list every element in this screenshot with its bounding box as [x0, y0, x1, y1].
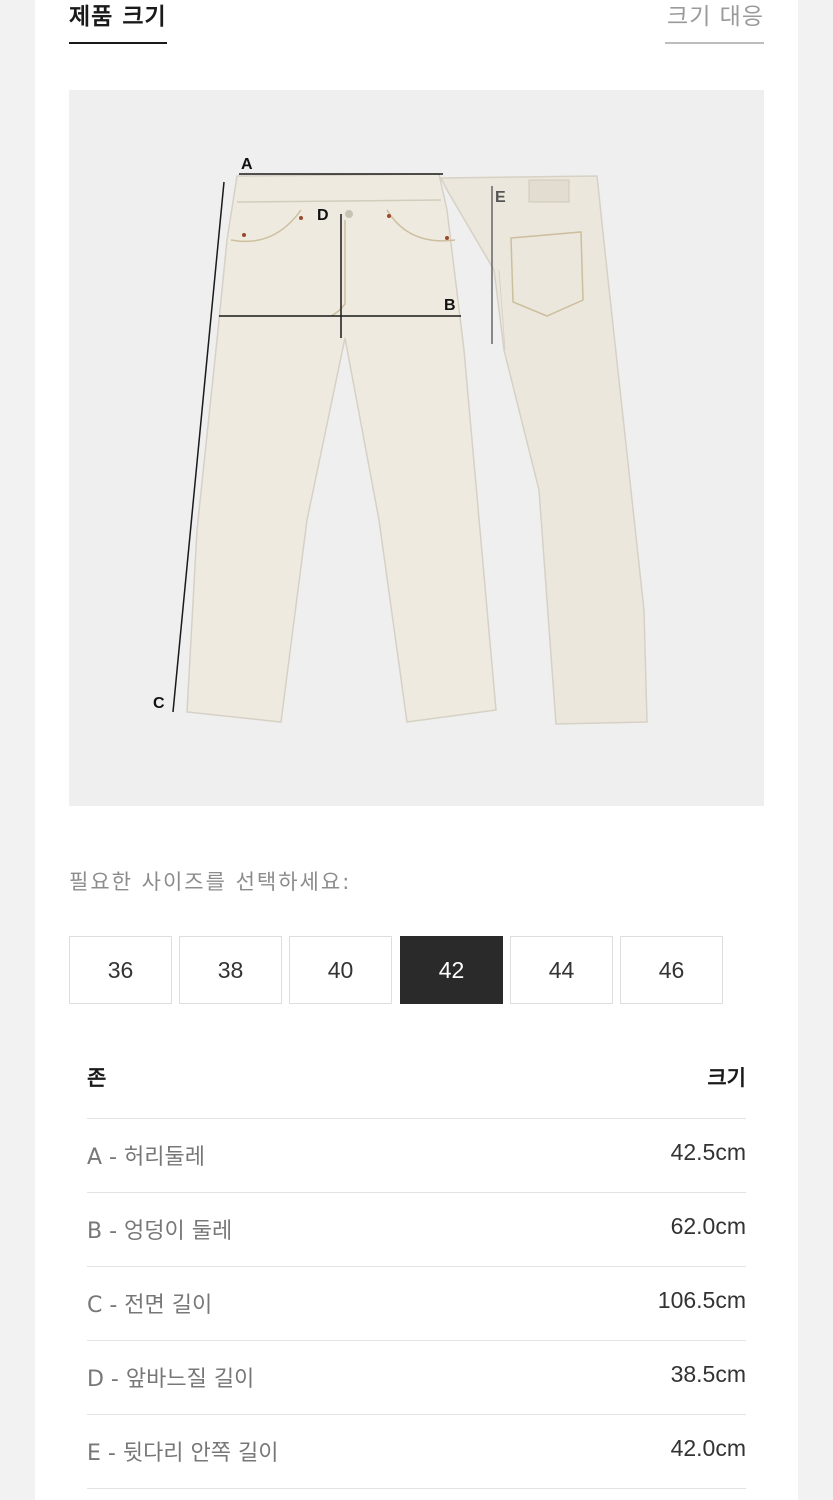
tab-size-guide[interactable]: 크기 대응: [665, 0, 764, 44]
size-value: 38.5cm: [670, 1361, 746, 1387]
size-option-38[interactable]: 38: [179, 936, 282, 1004]
zone-label: E - 뒷다리 안쪽 길이: [87, 1441, 279, 1466]
header-zone: 존: [87, 1066, 107, 1090]
zone-label: C - 전면 길이: [87, 1293, 213, 1318]
size-value: 42.5cm: [670, 1139, 746, 1165]
measurement-diagram: A B C D E: [69, 90, 764, 806]
header-size: 크기: [707, 1066, 746, 1090]
table-row: D - 앞바느질 길이 38.5cm: [87, 1341, 746, 1415]
size-value: 106.5cm: [657, 1287, 746, 1313]
table-row: C - 전면 길이 106.5cm: [87, 1267, 746, 1341]
label-e: E: [495, 189, 506, 206]
size-option-42-selected[interactable]: 42: [400, 936, 503, 1004]
table-row: A - 허리둘레 42.5cm: [87, 1119, 746, 1193]
zone-label: B - 엉덩이 둘레: [87, 1219, 233, 1244]
size-option-46[interactable]: 46: [620, 936, 723, 1004]
size-value: 42.0cm: [670, 1435, 746, 1461]
label-b: B: [444, 297, 456, 314]
size-option-40[interactable]: 40: [289, 936, 392, 1004]
jeans-illustration: A B C D E: [153, 156, 648, 725]
size-option-36[interactable]: 36: [69, 936, 172, 1004]
measurement-table: 존 크기 A - 허리둘레 42.5cm B - 엉덩이 둘레 62.0cm C…: [87, 1044, 746, 1489]
size-option-44[interactable]: 44: [510, 936, 613, 1004]
zone-label: A - 허리둘레: [87, 1145, 205, 1170]
zone-label: D - 앞바느질 길이: [87, 1367, 255, 1392]
table-row: B - 엉덩이 둘레 62.0cm: [87, 1193, 746, 1267]
size-prompt: 필요한 사이즈를 선택하세요:: [69, 870, 352, 894]
table-header: 존 크기: [87, 1044, 746, 1119]
table-row: E - 뒷다리 안쪽 길이 42.0cm: [87, 1415, 746, 1489]
size-guide-panel: 제품 크기 크기 대응 A B C D E 필요한 사이즈를 선택하세요: 36…: [35, 0, 798, 1500]
size-value: 62.0cm: [670, 1213, 746, 1239]
label-c: C: [153, 695, 165, 712]
tab-product-size[interactable]: 제품 크기: [69, 0, 167, 44]
label-d: D: [317, 207, 329, 224]
label-a: A: [241, 156, 253, 173]
